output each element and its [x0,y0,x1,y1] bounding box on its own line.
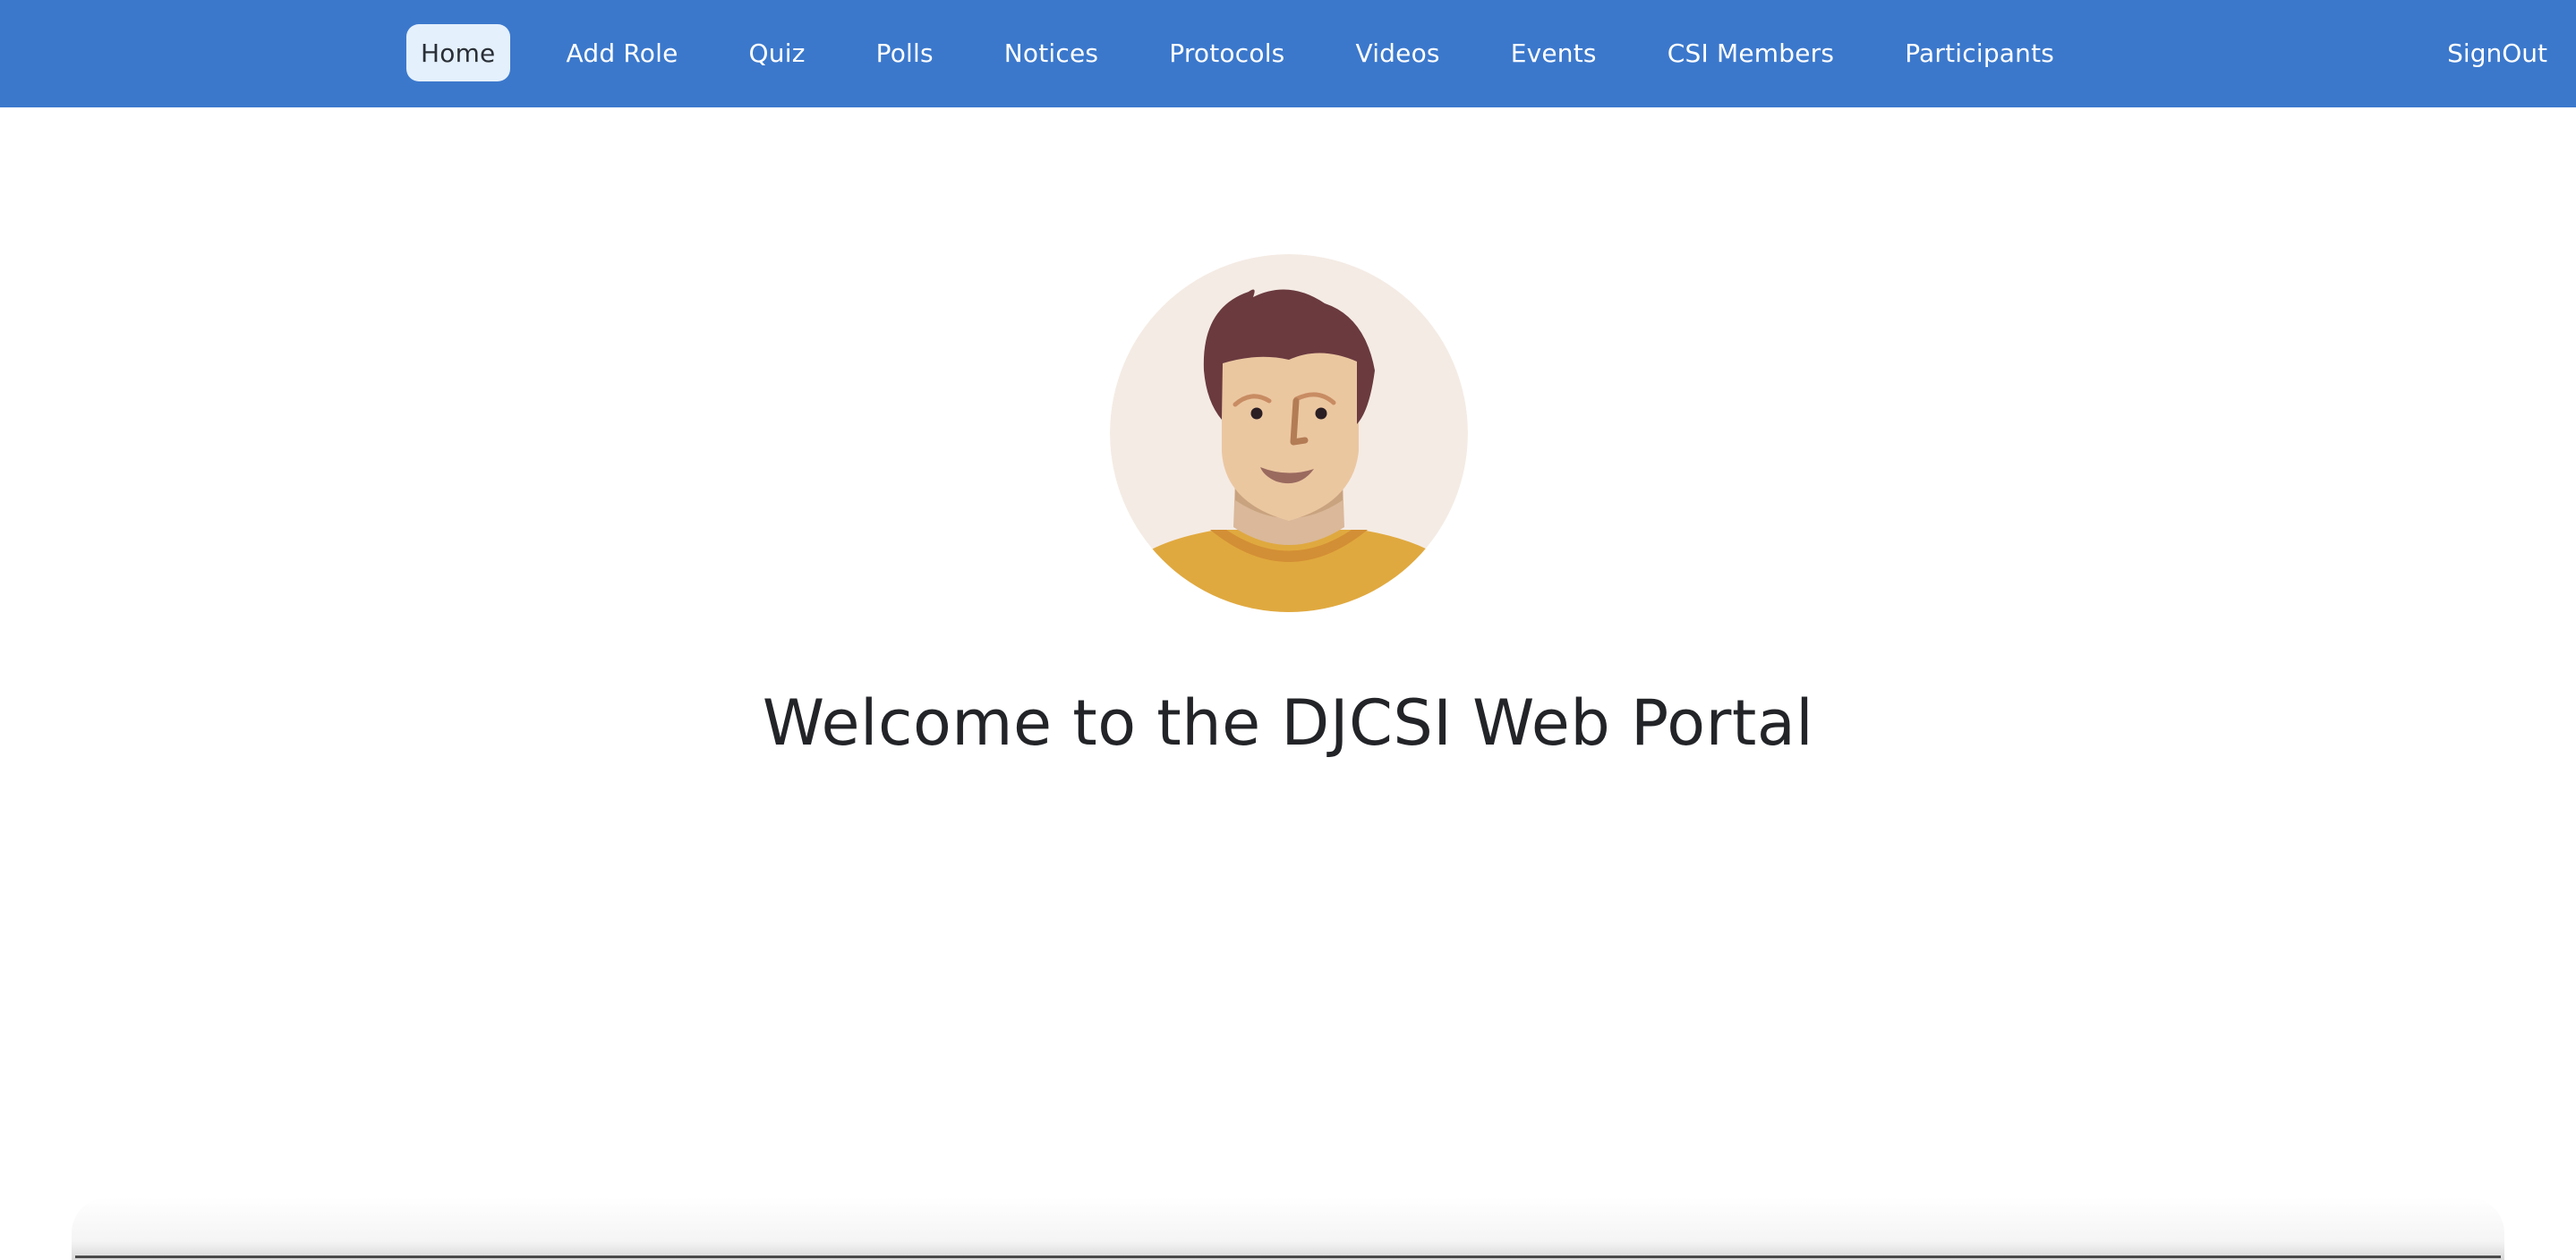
avatar-illustration [1110,254,1468,612]
page: Home Add Role Quiz Polls Notices Protoco… [0,0,2576,1260]
welcome-heading: Welcome to the DJCSI Web Portal [762,686,1814,760]
nav-item-notices[interactable]: Notices [990,24,1113,81]
footer-divider [75,1256,2501,1258]
nav-item-polls[interactable]: Polls [862,24,948,81]
nav-item-quiz[interactable]: Quiz [735,24,820,81]
footer-shadow [72,1197,2504,1260]
nav-item-home[interactable]: Home [406,24,510,81]
nav-menu: Home Add Role Quiz Polls Notices Protoco… [406,24,2111,81]
signout-link[interactable]: SignOut [2447,24,2547,81]
nav-item-videos[interactable]: Videos [1341,24,1454,81]
nav-item-events[interactable]: Events [1497,24,1611,81]
nav-item-add-role[interactable]: Add Role [552,24,693,81]
user-avatar-icon [1110,254,1468,612]
top-navbar: Home Add Role Quiz Polls Notices Protoco… [0,0,2576,107]
nav-item-protocols[interactable]: Protocols [1155,24,1299,81]
nav-item-participants[interactable]: Participants [1890,24,2068,81]
nav-item-csi-members[interactable]: CSI Members [1653,24,1848,81]
